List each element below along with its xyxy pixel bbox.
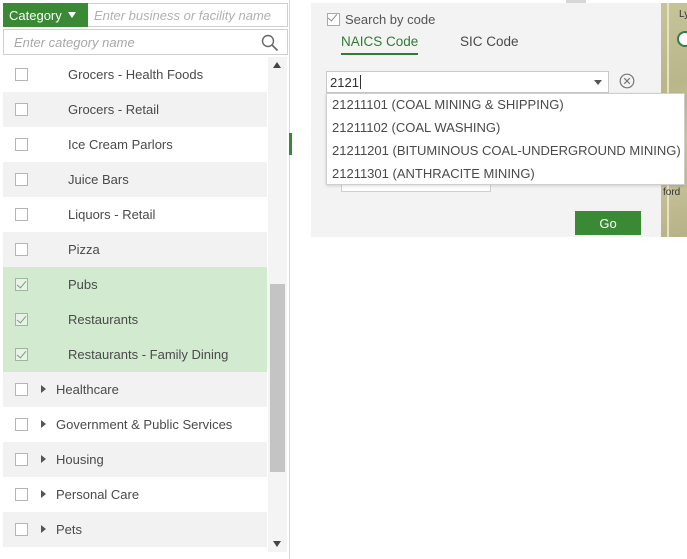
category-group-row[interactable]: Pets [3,512,267,547]
expand-arrow-icon[interactable] [41,525,46,533]
code-input-value: 2121 [330,74,359,90]
category-label: Juice Bars [68,172,129,187]
go-button[interactable]: Go [575,211,641,235]
category-list: Grocers - Health Foods Grocers - Retail Ic… [3,57,267,552]
category-label: Pets [56,522,83,537]
search-by-code-toggle[interactable]: Search by code [327,12,435,27]
category-row[interactable]: Ice Cream Parlors [3,127,267,162]
category-search-box [3,29,288,55]
category-label: Government & Public Services [56,417,233,432]
text-cursor [359,75,361,89]
category-row[interactable]: Liquors - Retail [3,197,267,232]
expand-arrow-icon[interactable] [41,420,46,428]
category-label: Liquors - Retail [68,207,156,222]
category-label: Pubs [68,277,98,292]
category-group-row[interactable]: Government & Public Services [3,407,267,442]
category-label: Grocers - Health Foods [68,67,204,82]
map-marker-icon[interactable] [677,31,687,47]
category-label: Ice Cream Parlors [68,137,173,152]
code-suggestion-item[interactable]: 21211101 (COAL MINING & SHIPPING) [327,94,684,117]
category-label: Pizza [68,242,100,257]
category-checkbox[interactable] [15,418,28,431]
search-icon[interactable] [261,34,279,52]
category-row[interactable]: Grocers - Retail [3,92,267,127]
expand-arrow-icon[interactable] [41,490,46,498]
scrollbar-thumb[interactable] [270,284,285,472]
category-checkbox[interactable] [15,453,28,466]
expand-arrow-icon[interactable] [41,385,46,393]
code-combobox-input[interactable]: 2121 [326,71,609,93]
category-group-row[interactable]: Housing [3,442,267,477]
panel-edge-marker [289,133,292,155]
category-search-input[interactable] [4,30,287,54]
category-checkbox[interactable] [15,208,28,221]
category-row[interactable]: Restaurants - Family Dining [3,337,267,372]
code-suggestions-dropdown: 21211101 (COAL MINING & SHIPPING) 212111… [326,93,685,185]
category-group-row[interactable]: Healthcare [3,372,267,407]
category-label: Personal Care [56,487,140,502]
category-label: Healthcare [56,382,119,397]
category-checkbox[interactable] [15,243,28,256]
expand-arrow-icon[interactable] [41,455,46,463]
category-list-scrollbar[interactable] [268,57,287,552]
category-row[interactable]: Pubs [3,267,267,302]
category-row[interactable]: Grocers - Health Foods [3,57,267,92]
category-row[interactable]: Juice Bars [3,162,267,197]
category-checkbox[interactable] [15,68,28,81]
category-label: Restaurants - Family Dining [68,347,229,362]
scroll-down-arrow-icon[interactable] [273,541,281,547]
code-suggestion-item[interactable]: 21211201 (BITUMINOUS COAL-UNDERGROUND MI… [327,140,684,163]
category-label: Grocers - Retail [68,102,160,117]
category-checkbox[interactable] [15,278,28,291]
category-label: Housing [56,452,104,467]
category-checkbox[interactable] [15,348,28,361]
search-by-code-checkbox[interactable] [327,13,340,26]
category-checkbox[interactable] [15,138,28,151]
category-label: Restaurants [68,312,139,327]
category-checkbox[interactable] [15,173,28,186]
category-checkbox[interactable] [15,488,28,501]
business-name-input[interactable] [88,3,288,27]
map-label: ford [663,187,681,198]
category-checkbox[interactable] [15,103,28,116]
tab-sic-code[interactable]: SIC Code [460,34,519,49]
category-dropdown-button[interactable]: Category [3,3,88,27]
category-row[interactable]: Restaurants [3,302,267,337]
code-suggestion-item[interactable]: 21211102 (COAL WASHING) [327,117,684,140]
scroll-up-arrow-icon[interactable] [273,62,281,68]
category-checkbox[interactable] [15,313,28,326]
search-by-code-label: Search by code [345,12,436,27]
caret-down-icon [67,12,76,18]
code-suggestion-item[interactable]: 21211301 (ANTHRACITE MINING) [327,163,684,186]
chevron-down-icon[interactable] [594,80,602,85]
category-button-label: Category [9,7,62,23]
filter-bar: Category [3,3,288,27]
category-panel: Category Grocers - Health FoodsGrocers -… [0,0,290,559]
tab-naics-code[interactable]: NAICS Code [341,34,419,55]
clear-circle-x-icon[interactable] [619,73,635,89]
category-row[interactable]: Pizza [3,232,267,267]
category-checkbox[interactable] [15,523,28,536]
category-checkbox[interactable] [15,383,28,396]
map-label: Ly [679,9,687,20]
category-group-row[interactable]: Personal Care [3,477,267,512]
